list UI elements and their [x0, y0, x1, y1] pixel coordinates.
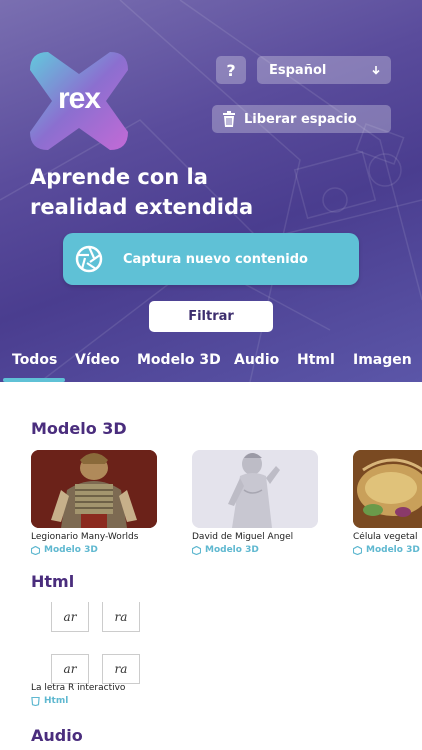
- card-title: La letra R interactivo: [31, 683, 126, 693]
- card-type-label: Modelo 3D: [366, 545, 420, 555]
- letter-tile: ra: [102, 602, 140, 632]
- header-banner: rex ? Español Liberar espacio Aprende co…: [0, 0, 422, 382]
- category-tabs: Todos Vídeo Modelo 3D Audio Html Imagen: [0, 348, 422, 382]
- content-card[interactable]: Célula vegetal Modelo 3D: [353, 450, 422, 555]
- language-value: Español: [269, 62, 327, 78]
- tab-video[interactable]: Vídeo: [75, 352, 120, 368]
- hero-title: Aprende con la realidad extendida: [30, 162, 300, 222]
- tab-html[interactable]: Html: [297, 352, 335, 368]
- plant-cell-image: [353, 450, 422, 528]
- tab-todos[interactable]: Todos: [12, 352, 57, 368]
- free-space-button[interactable]: Liberar espacio: [212, 105, 391, 133]
- html-card-thumbnail[interactable]: ar ra ar ra: [48, 602, 143, 688]
- capture-content-label: Captura nuevo contenido: [123, 251, 308, 267]
- card-type: Modelo 3D: [31, 545, 157, 555]
- card-type-label: Modelo 3D: [205, 545, 259, 555]
- david-statue-image: [192, 450, 318, 528]
- card-type: Modelo 3D: [192, 545, 318, 555]
- content-card[interactable]: David de Miguel Ángel Modelo 3D: [192, 450, 318, 555]
- hero-title-line1: Aprende con la: [30, 165, 208, 189]
- card-title: David de Miguel Ángel: [192, 532, 294, 542]
- free-space-label: Liberar espacio: [244, 111, 357, 127]
- html-content-card[interactable]: La letra R interactivo Html: [31, 679, 157, 706]
- card-thumbnail: [192, 450, 318, 528]
- cube-icon: [31, 545, 40, 555]
- tab-modelo-3d[interactable]: Modelo 3D: [137, 352, 221, 368]
- trash-icon: [223, 111, 235, 127]
- cube-icon: [192, 545, 201, 555]
- card-type: Html: [31, 696, 157, 706]
- capture-content-button[interactable]: Captura nuevo contenido: [63, 233, 359, 285]
- active-tab-indicator: [3, 378, 65, 382]
- card-title: Legionario Many-Worlds: [31, 532, 139, 542]
- camera-aperture-icon: [75, 245, 103, 273]
- section-title-modelo-3d: Modelo 3D: [31, 419, 127, 438]
- help-button[interactable]: ?: [216, 56, 246, 84]
- section-title-html: Html: [31, 572, 75, 591]
- card-thumbnail: [31, 450, 157, 528]
- language-select[interactable]: Español: [257, 56, 391, 84]
- hero-title-line2: realidad extendida: [30, 195, 254, 219]
- card-type: Modelo 3D: [353, 545, 422, 555]
- filter-button[interactable]: Filtrar: [149, 301, 273, 332]
- rex-logo: rex: [30, 52, 128, 150]
- card-type-label: Html: [44, 696, 69, 706]
- card-type-label: Modelo 3D: [44, 545, 98, 555]
- section-title-audio: Audio: [31, 726, 83, 745]
- tab-imagen[interactable]: Imagen: [353, 352, 412, 368]
- cube-icon: [353, 545, 362, 555]
- card-thumbnail: [353, 450, 422, 528]
- tab-audio[interactable]: Audio: [234, 352, 279, 368]
- letter-tile: ar: [51, 602, 89, 632]
- html-icon: [31, 696, 40, 706]
- legionary-image: [31, 450, 157, 528]
- card-title: Célula vegetal: [353, 532, 418, 542]
- arrow-down-icon: [372, 66, 380, 75]
- content-card[interactable]: Legionario Many-Worlds Modelo 3D: [31, 450, 157, 555]
- logo-text: rex: [57, 82, 101, 115]
